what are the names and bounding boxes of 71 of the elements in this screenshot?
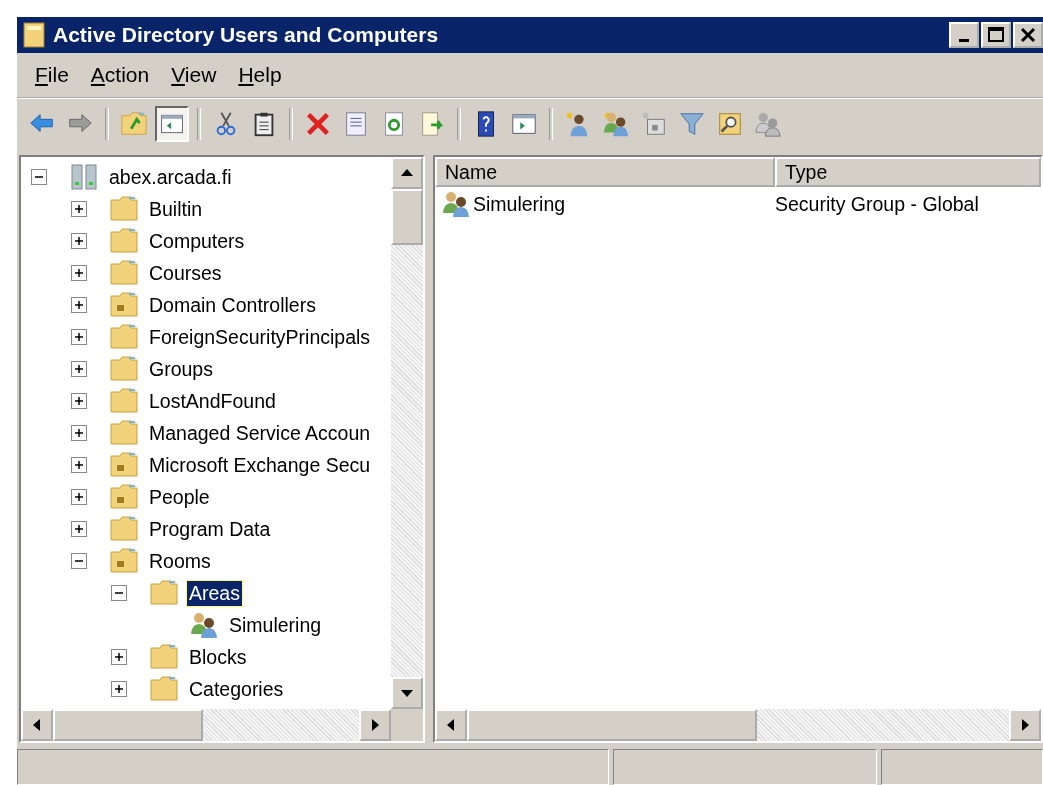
expand-icon[interactable] (71, 425, 87, 441)
column-header[interactable]: Type (775, 157, 1041, 187)
expand-icon[interactable] (71, 265, 87, 281)
folder-icon (109, 418, 139, 448)
folder-icon (109, 546, 139, 576)
tree-item[interactable]: Builtin (147, 196, 205, 222)
expand-icon[interactable] (71, 233, 87, 249)
close-button[interactable] (1013, 22, 1043, 48)
minimize-button[interactable] (949, 22, 979, 48)
scroll-thumb[interactable] (391, 189, 423, 245)
expand-icon[interactable] (71, 393, 87, 409)
tree-item[interactable]: LostAndFound (147, 388, 278, 414)
tree-item[interactable]: Program Data (147, 516, 273, 542)
tree-item[interactable]: Managed Service Accoun (147, 420, 373, 446)
menu-item[interactable]: Action (84, 61, 156, 89)
collapse-icon[interactable] (111, 585, 127, 601)
folder-icon (109, 514, 139, 544)
folder-icon (109, 386, 139, 416)
tree-item[interactable]: Areas (187, 580, 242, 606)
column-header[interactable]: Name (435, 157, 775, 187)
users-icon (189, 610, 219, 640)
expand-icon[interactable] (71, 329, 87, 345)
server-icon (69, 162, 99, 192)
scrollbar-corner (391, 709, 423, 741)
window-title: Active Directory Users and Computers (53, 23, 440, 47)
folder-icon (109, 482, 139, 512)
folder-icon (109, 226, 139, 256)
tree-item[interactable]: People (147, 484, 212, 510)
table-cell: Simulering (473, 192, 566, 216)
menu-item[interactable]: View (165, 61, 223, 89)
menu-item[interactable]: Help (232, 61, 288, 89)
table-cell: Security Group - Global (775, 192, 979, 216)
tree-item[interactable]: Blocks (187, 644, 249, 670)
menu-item[interactable]: File (29, 61, 75, 89)
tree-item[interactable]: Simulering (227, 612, 324, 638)
folder-icon (109, 354, 139, 384)
expand-icon[interactable] (111, 649, 127, 665)
tree-item[interactable]: Categories (187, 676, 286, 702)
collapse-icon[interactable] (71, 553, 87, 569)
folder-icon (149, 578, 179, 608)
maximize-button[interactable] (981, 22, 1011, 48)
vertical-scrollbar[interactable] (391, 157, 423, 709)
folder-icon (149, 642, 179, 672)
tree-item[interactable]: Domain Controllers (147, 292, 318, 318)
tree-item[interactable]: Groups (147, 356, 215, 382)
expand-icon[interactable] (71, 457, 87, 473)
app-icon (23, 22, 45, 48)
tree-item[interactable]: ForeignSecurityPrincipals (147, 324, 373, 350)
folder-icon (149, 674, 179, 704)
horizontal-scrollbar[interactable] (435, 709, 1041, 741)
tree-item[interactable]: Courses (147, 260, 224, 286)
window-icon[interactable] (155, 106, 189, 142)
horizontal-scrollbar[interactable] (21, 709, 423, 741)
tree-item[interactable]: abex.arcada.fi (107, 164, 234, 190)
users-icon (441, 189, 471, 219)
folder-icon (109, 258, 139, 288)
folder-icon (109, 290, 139, 320)
folder-icon (109, 322, 139, 352)
expand-icon[interactable] (71, 489, 87, 505)
expand-icon[interactable] (71, 201, 87, 217)
expand-icon[interactable] (111, 681, 127, 697)
tree-item[interactable]: Computers (147, 228, 247, 254)
expand-icon[interactable] (71, 521, 87, 537)
expand-icon[interactable] (71, 297, 87, 313)
tree-item[interactable]: Rooms (147, 548, 213, 574)
minimize-icon (959, 39, 969, 42)
tree-item[interactable]: Microsoft Exchange Secu (147, 452, 373, 478)
expand-icon[interactable] (71, 361, 87, 377)
collapse-icon[interactable] (31, 169, 47, 185)
folder-icon (109, 450, 139, 480)
folder-icon (109, 194, 139, 224)
